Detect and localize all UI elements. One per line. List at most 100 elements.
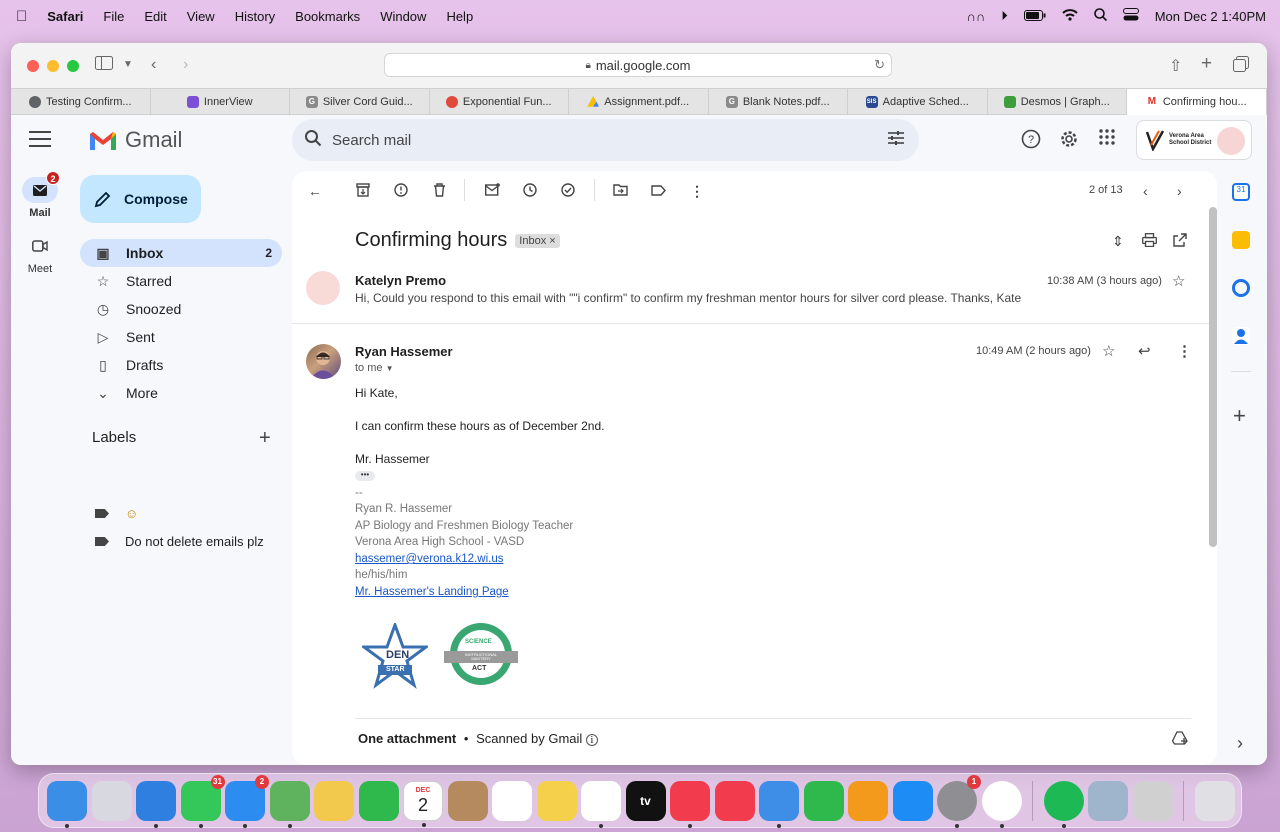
sidebar-toggle-icon[interactable] <box>95 56 113 75</box>
calendar-dock-icon[interactable]: DEC 2 <box>403 780 443 827</box>
clock[interactable]: Mon Dec 2 1:40PM <box>1155 9 1266 24</box>
search-icon[interactable] <box>304 129 322 151</box>
menu-window[interactable]: Window <box>380 9 426 24</box>
collapsed-message[interactable]: Katelyn Premo Hi, Could you respond to t… <box>292 261 1217 324</box>
nav-starred[interactable]: ☆ Starred <box>80 267 282 295</box>
archive-icon[interactable] <box>356 183 370 200</box>
gmail-logo[interactable]: Gmail <box>89 127 182 153</box>
back-icon[interactable]: ‹ <box>151 56 156 74</box>
spotlight-icon[interactable] <box>1093 8 1107 24</box>
menu-view[interactable]: View <box>187 9 215 24</box>
report-spam-icon[interactable] <box>394 183 408 200</box>
printer-dock-icon[interactable] <box>1132 780 1173 821</box>
menu-bookmarks[interactable]: Bookmarks <box>295 9 360 24</box>
control-center-icon[interactable] <box>1122 8 1139 24</box>
apple-menu-icon[interactable]:  <box>16 8 27 25</box>
show-side-panel-icon[interactable]: › <box>1237 733 1243 754</box>
contacts-dock-icon[interactable] <box>447 780 488 821</box>
open-new-window-icon[interactable] <box>1173 233 1187 250</box>
landing-page-link[interactable]: Mr. Hassemer's Landing Page <box>355 586 509 598</box>
notes-dock-icon[interactable] <box>536 780 577 821</box>
freeform-dock-icon[interactable] <box>581 780 621 828</box>
messages-dock-icon[interactable]: 31 <box>180 774 225 828</box>
preview-dock-icon[interactable] <box>1088 780 1128 821</box>
new-tab-icon[interactable]: + <box>1201 53 1212 75</box>
account-avatar[interactable] <box>1217 127 1245 155</box>
settings-gear-icon[interactable] <box>1059 129 1079 154</box>
tasks-icon[interactable] <box>1232 279 1250 297</box>
nav-drafts[interactable]: ▯ Drafts <box>80 351 282 379</box>
tab-active[interactable]: M Confirming hou... <box>1127 89 1267 115</box>
reload-icon[interactable]: ↻ <box>874 57 885 73</box>
inbox-label-chip[interactable]: Inbox × <box>515 233 560 248</box>
more-options-icon[interactable]: ⋮ <box>1177 342 1192 360</box>
apps-grid-icon[interactable] <box>1099 129 1115 150</box>
contacts-icon[interactable] <box>1232 327 1250 345</box>
launchpad-dock-icon[interactable] <box>91 780 132 821</box>
search-input[interactable]: Search mail <box>292 119 919 161</box>
safari-dock-icon[interactable] <box>136 780 176 828</box>
nav-more[interactable]: ⌄ More <box>80 379 282 407</box>
label-item[interactable]: ☺ <box>95 506 138 521</box>
share-icon[interactable]: ⇧ <box>1169 56 1182 76</box>
label-icon[interactable] <box>651 183 666 199</box>
tab[interactable]: InnerView <box>151 89 290 115</box>
add-label-icon[interactable]: + <box>259 427 271 450</box>
tab[interactable]: Testing Confirm... <box>11 89 151 115</box>
label-item[interactable]: Do not delete emails plz <box>95 534 264 549</box>
more-options-icon[interactable]: ⋮ <box>690 183 704 200</box>
system-settings-dock-icon[interactable]: 1 <box>937 774 981 828</box>
show-trimmed-content-button[interactable]: ••• <box>355 471 375 481</box>
minimize-window-button[interactable] <box>47 59 59 72</box>
print-icon[interactable] <box>1142 233 1157 250</box>
numbers-dock-icon[interactable] <box>803 780 844 821</box>
tab[interactable]: G Silver Cord Guid... <box>290 89 430 115</box>
zoom-window-button[interactable] <box>67 59 79 72</box>
back-to-inbox-icon[interactable]: ← <box>308 183 322 199</box>
app-menu[interactable]: Safari <box>47 9 83 24</box>
menu-help[interactable]: Help <box>446 9 473 24</box>
apple-tv-dock-icon[interactable]: tv <box>625 780 666 821</box>
wifi-icon[interactable] <box>1062 8 1078 24</box>
rail-mail[interactable]: 2 Mail <box>11 171 69 219</box>
recipient-dropdown[interactable]: to me ▼ <box>355 362 394 374</box>
scrollbar[interactable] <box>1209 207 1217 547</box>
reminders-dock-icon[interactable] <box>492 780 532 821</box>
trash-dock-icon[interactable] <box>1194 780 1235 821</box>
main-menu-icon[interactable] <box>29 131 51 147</box>
tab[interactable]: Desmos | Graph... <box>988 89 1127 115</box>
star-icon[interactable]: ☆ <box>1102 342 1115 360</box>
photos-dock-icon[interactable] <box>314 780 354 821</box>
close-window-button[interactable] <box>27 59 39 72</box>
nav-snoozed[interactable]: ◷ Snoozed <box>80 295 282 323</box>
keynote-dock-icon[interactable] <box>759 780 799 828</box>
finder-dock-icon[interactable] <box>47 780 87 828</box>
address-bar[interactable]: 🔒︎ mail.google.com ↻ <box>384 53 892 77</box>
news-dock-icon[interactable] <box>714 780 755 821</box>
mail-dock-icon[interactable]: 2 <box>225 774 269 828</box>
rail-meet[interactable]: Meet <box>11 233 69 275</box>
menu-edit[interactable]: Edit <box>144 9 166 24</box>
spotify-dock-icon[interactable] <box>1043 780 1084 828</box>
nav-inbox[interactable]: ▣ Inbox 2 <box>80 239 282 267</box>
music-dock-icon[interactable] <box>670 780 710 828</box>
add-to-tasks-icon[interactable] <box>561 183 576 200</box>
airpods-icon[interactable]: ∩∩ <box>967 9 986 24</box>
add-to-drive-icon[interactable] <box>1171 731 1188 748</box>
tab[interactable]: Exponential Fun... <box>430 89 569 115</box>
search-options-icon[interactable] <box>887 129 905 151</box>
tab[interactable]: SIS Adaptive Sched... <box>848 89 988 115</box>
app-store-dock-icon[interactable] <box>892 780 933 821</box>
get-addons-icon[interactable]: + <box>1233 403 1246 429</box>
tab-overview-icon[interactable] <box>1233 56 1249 77</box>
remove-label-icon[interactable]: × <box>549 235 555 247</box>
expand-all-icon[interactable]: ⇕ <box>1112 233 1124 250</box>
move-to-icon[interactable] <box>613 183 628 199</box>
delete-icon[interactable] <box>433 183 446 200</box>
menu-history[interactable]: History <box>235 9 275 24</box>
reply-icon[interactable]: ↩ <box>1138 342 1151 360</box>
forward-icon[interactable]: › <box>183 56 188 74</box>
calendar-icon[interactable]: 31 <box>1232 183 1250 201</box>
maps-dock-icon[interactable] <box>269 780 310 828</box>
help-icon[interactable]: ? <box>1021 129 1041 154</box>
